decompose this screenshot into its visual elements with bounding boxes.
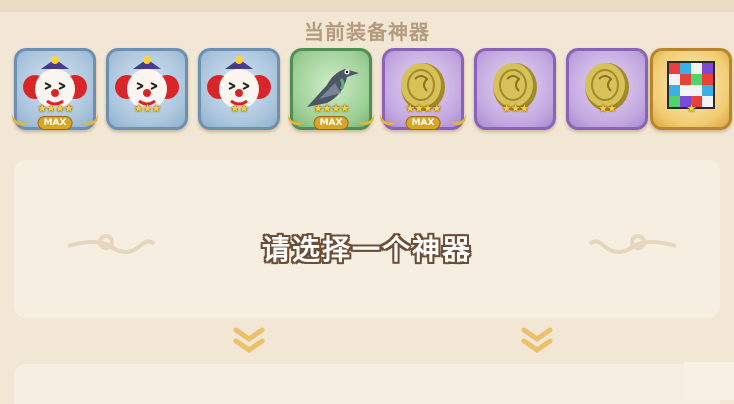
artifact-slot-pixel-cube[interactable]: ★ [650,48,732,130]
star-rating: ★ [686,102,697,115]
top-strip [0,0,734,12]
star-rating: ★★★★ [405,102,441,115]
artifact-slot-gold-coin-2[interactable]: ★★★ [474,48,556,130]
artifact-slot-clown-1[interactable]: ★★★★ MAX [9,48,101,130]
star-rating: ★★★★ [313,102,349,115]
artifact-slot-clown-3[interactable]: ★★ [198,48,280,130]
artifact-slot-pigeon[interactable]: ★★★★ MAX [285,48,377,130]
next-panel [14,364,720,404]
star-rating: ★★ [230,102,249,115]
double-chevron-down-icon[interactable] [520,326,554,354]
equipped-artifacts-row: ★★★★ MAX ★★★ ★★ ★★★★ MAX ★★★★ MAX ★★★ ★★… [9,48,734,138]
equipped-artifacts-title: 当前装备神器 [304,20,430,44]
right-swirl-ornament [588,234,677,254]
double-chevron-down-icon[interactable] [232,326,266,354]
artifact-slot-gold-coin-1[interactable]: ★★★★ MAX [377,48,469,130]
max-badge: MAX [314,117,348,129]
star-rating: ★★★★ [37,102,73,115]
artifact-slot-gold-coin-3[interactable]: ★★ [566,48,648,130]
star-rating: ★★★ [501,102,530,115]
artifact-slot-clown-2[interactable]: ★★★ [106,48,188,130]
star-rating: ★★ [598,102,617,115]
star-rating: ★★★ [133,102,162,115]
corner-decoration [684,362,734,400]
max-badge: MAX [406,117,440,129]
max-badge: MAX [38,117,72,129]
